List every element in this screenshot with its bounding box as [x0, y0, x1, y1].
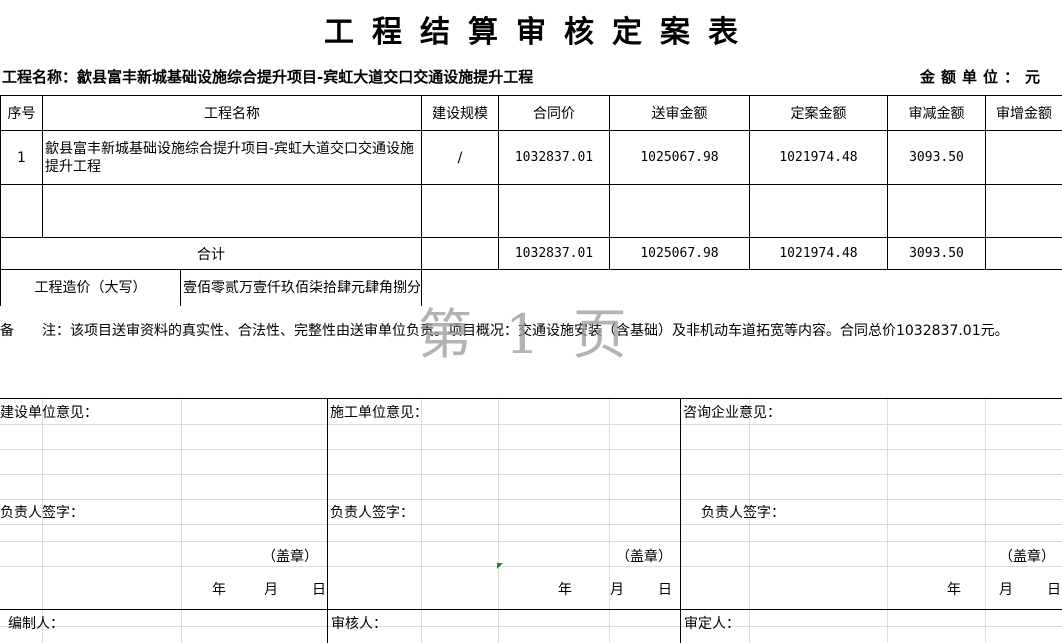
consultant-signature-label: 负责人签字：: [701, 505, 785, 521]
row-contract: 1032837.01: [498, 130, 610, 185]
consultant-date: 年月日: [947, 582, 1061, 598]
header-approved: 定案金额: [749, 95, 888, 131]
remark-section: 备 注：该项目送审资料的真实性、合法性、完整性由送审单位负责。项目概况：交通设施…: [0, 306, 1062, 399]
row-name: 歙县富丰新城基础设施综合提升项目-宾虹大道交口交通设施提升工程: [42, 130, 422, 185]
total-approved: 1021974.48: [749, 237, 888, 270]
footer-divider: [0, 609, 1062, 610]
remark-text: 该项目送审资料的真实性、合法性、完整性由送审单位负责。项目概况：交通设施安装（含…: [70, 323, 1009, 339]
header-reduced: 审减金额: [887, 95, 986, 131]
row-scale: /: [421, 130, 499, 185]
contractor-signature-label: 负责人签字：: [330, 505, 414, 521]
row-approved: 1021974.48: [749, 130, 888, 185]
row-increased: [985, 130, 1062, 185]
header-submitted: 送审金额: [609, 95, 750, 131]
total-label: 合计: [0, 237, 422, 270]
table-total-row: 合计 1032837.01 1025067.98 1021974.48 3093…: [0, 237, 1062, 270]
amount-unit: 金额单位：元: [919, 68, 1046, 86]
sign-block-consultant: 咨询企业意见： 负责人签字： （盖章） 年月日: [681, 399, 1062, 609]
table-header-row: 序号 工程名称 建设规模 合同价 送审金额 定案金额 审减金额 审增金额: [0, 95, 1062, 131]
row-reduced: 3093.50: [887, 130, 986, 185]
sign-block-construction: 建设单位意见： 负责人签字： （盖章） 年月日: [0, 399, 328, 609]
remark-label: 备 注：: [0, 323, 70, 339]
total-reduced: 3093.50: [887, 237, 986, 270]
contractor-opinion-label: 施工单位意见：: [330, 405, 428, 421]
approver-label: 审定人：: [684, 616, 740, 632]
page-title: 工程结算审核定案表: [324, 15, 756, 50]
table-empty-row: [0, 184, 1062, 238]
cell-comment-marker: [497, 563, 503, 569]
total-submitted: 1025067.98: [609, 237, 750, 270]
total-contract: 1032837.01: [498, 237, 610, 270]
header-increased: 审增金额: [985, 95, 1062, 131]
row-submitted: 1025067.98: [609, 130, 750, 185]
consultant-opinion-label: 咨询企业意见：: [683, 405, 781, 421]
table-row: 1 歙县富丰新城基础设施综合提升项目-宾虹大道交口交通设施提升工程 / 1032…: [0, 130, 1062, 185]
project-name-line: 工程名称：歙县富丰新城基础设施综合提升项目-宾虹大道交口交通设施提升工程: [2, 68, 534, 86]
sign-block-contractor: 施工单位意见： 负责人签字： （盖章） 年月日: [328, 399, 681, 609]
construction-opinion-label: 建设单位意见：: [0, 405, 98, 421]
header-scale: 建设规模: [421, 95, 499, 131]
cost-label: 工程造价（大写）: [2, 270, 181, 306]
row-seq: 1: [0, 130, 43, 185]
cost-value: 壹佰零贰万壹仟玖佰柒拾肆元肆角捌分: [183, 280, 421, 296]
construction-date: 年月日: [212, 582, 326, 598]
construction-seal-label: （盖章）: [262, 549, 318, 565]
header-contract: 合同价: [498, 95, 610, 131]
settlement-table: 序号 工程名称 建设规模 合同价 送审金额 定案金额 审减金额 审增金额 1 歙…: [0, 95, 1062, 307]
contractor-date: 年月日: [558, 582, 672, 598]
header-name: 工程名称: [42, 95, 422, 131]
contractor-seal-label: （盖章）: [616, 549, 672, 565]
construction-signature-label: 负责人签字：: [0, 505, 84, 521]
compiler-label: 编制人：: [8, 616, 64, 632]
consultant-seal-label: （盖章）: [999, 549, 1055, 565]
header-seq: 序号: [0, 95, 43, 131]
reviewer-label: 审核人：: [331, 616, 387, 632]
cost-row: 工程造价（大写） 壹佰零贰万壹仟玖佰柒拾肆元肆角捌分: [0, 269, 1062, 307]
